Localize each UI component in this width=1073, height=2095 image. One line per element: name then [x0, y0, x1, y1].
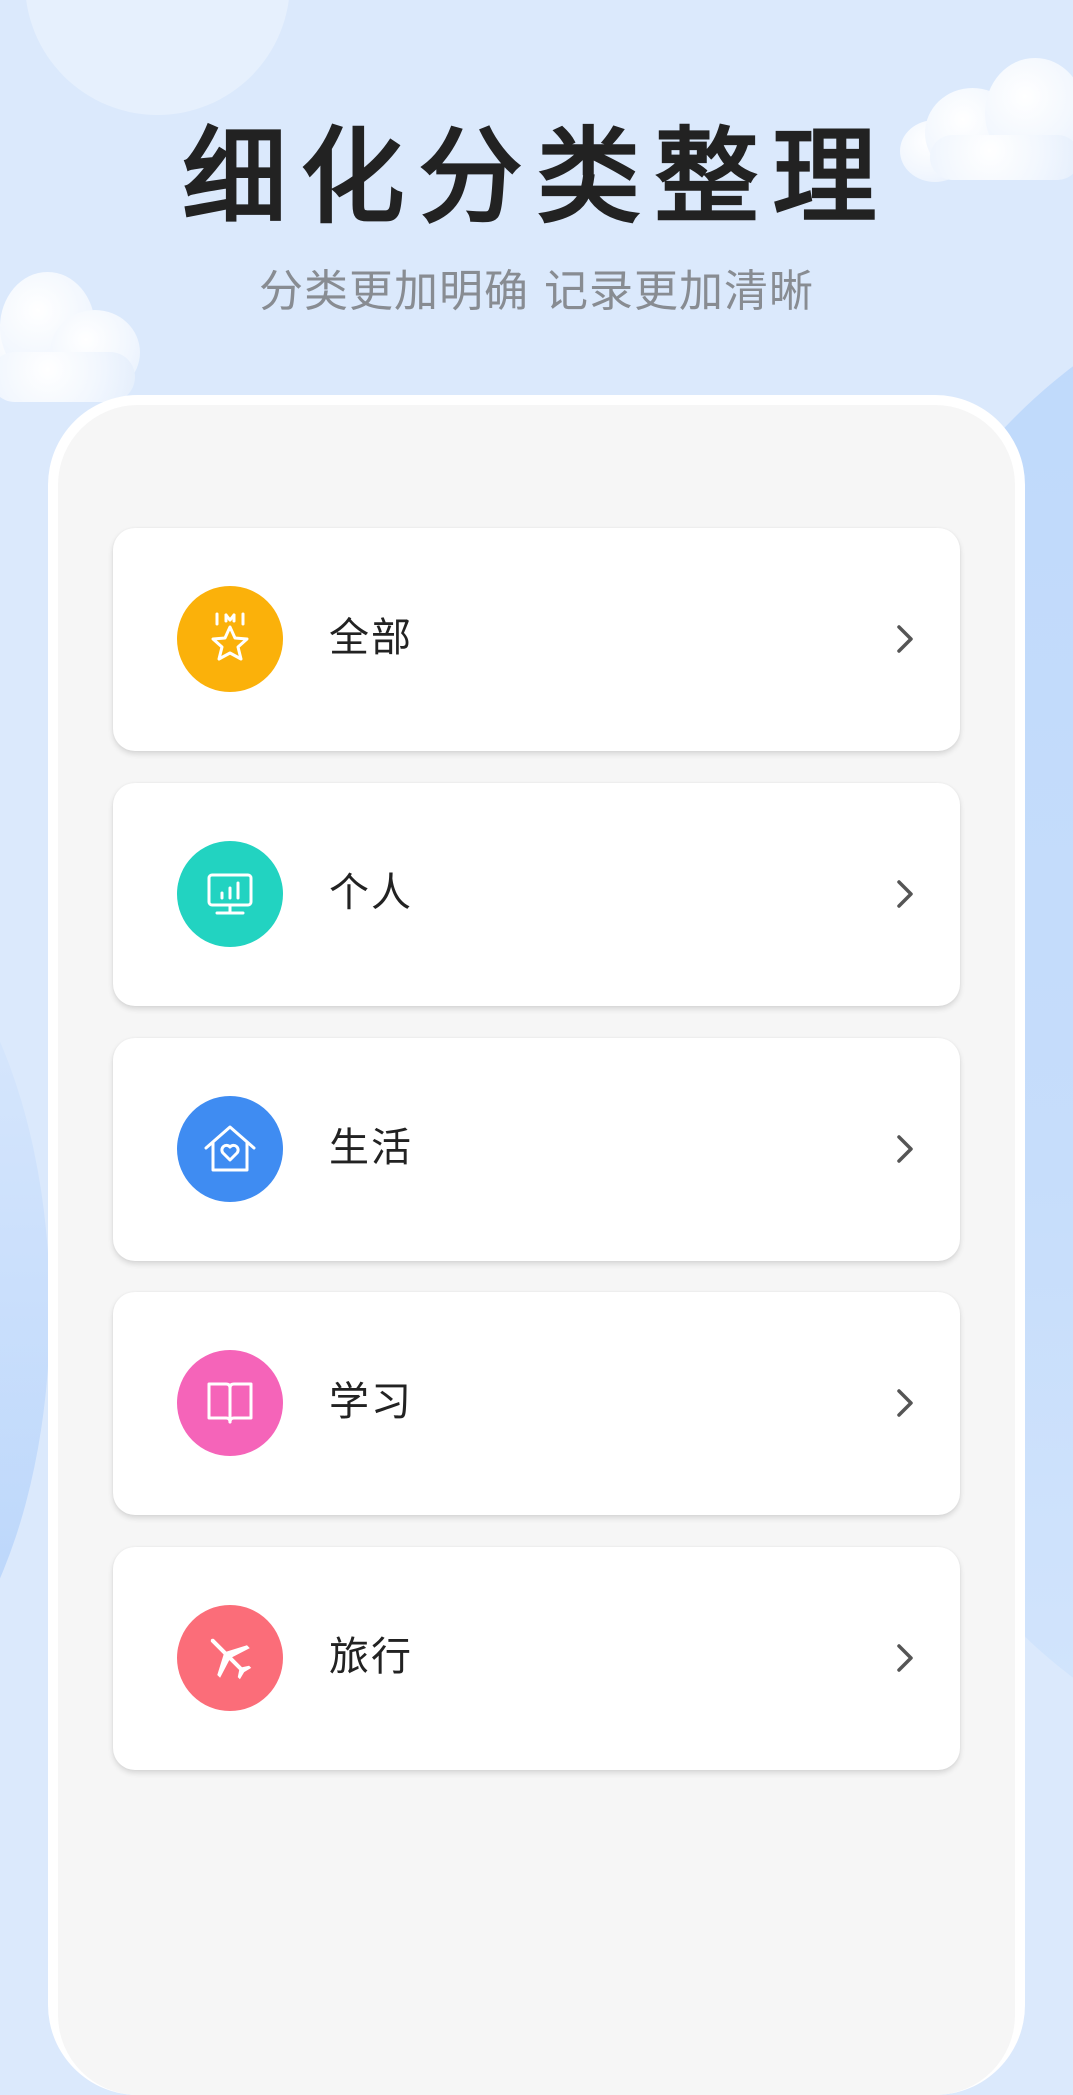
category-icon-badge: [177, 1096, 283, 1202]
background-circle: [0, 900, 50, 1720]
category-item-life[interactable]: 生活: [113, 1038, 960, 1261]
airplane-icon: [210, 1638, 252, 1680]
category-label: 旅行: [329, 1634, 413, 1680]
category-label: 生活: [329, 1125, 413, 1171]
category-icon-badge: [177, 586, 283, 692]
chevron-right-icon: [897, 1644, 913, 1672]
chevron-right-icon: [897, 625, 913, 653]
chevron-right-icon: [897, 1135, 913, 1163]
house-heart-icon: [204, 1125, 256, 1172]
category-item-travel[interactable]: 旅行: [113, 1547, 960, 1770]
category-label: 个人: [329, 870, 413, 916]
category-icon-badge: [177, 1605, 283, 1711]
category-label: 全部: [329, 615, 413, 661]
open-book-icon: [207, 1382, 253, 1424]
chevron-right-icon: [897, 1389, 913, 1417]
monitor-chart-icon: [207, 873, 253, 915]
category-item-all[interactable]: 全部: [113, 528, 960, 751]
star-icon: [211, 612, 249, 661]
category-label: 学习: [329, 1379, 413, 1425]
category-icon-badge: [177, 841, 283, 947]
category-icon-badge: [177, 1350, 283, 1456]
category-item-personal[interactable]: 个人: [113, 783, 960, 1006]
background-circle: [25, 0, 290, 115]
chevron-right-icon: [897, 880, 913, 908]
page-subtitle: 分类更加明确 记录更加清晰: [259, 266, 814, 317]
page-title: 细化分类整理: [182, 116, 891, 238]
category-item-study[interactable]: 学习: [113, 1292, 960, 1515]
